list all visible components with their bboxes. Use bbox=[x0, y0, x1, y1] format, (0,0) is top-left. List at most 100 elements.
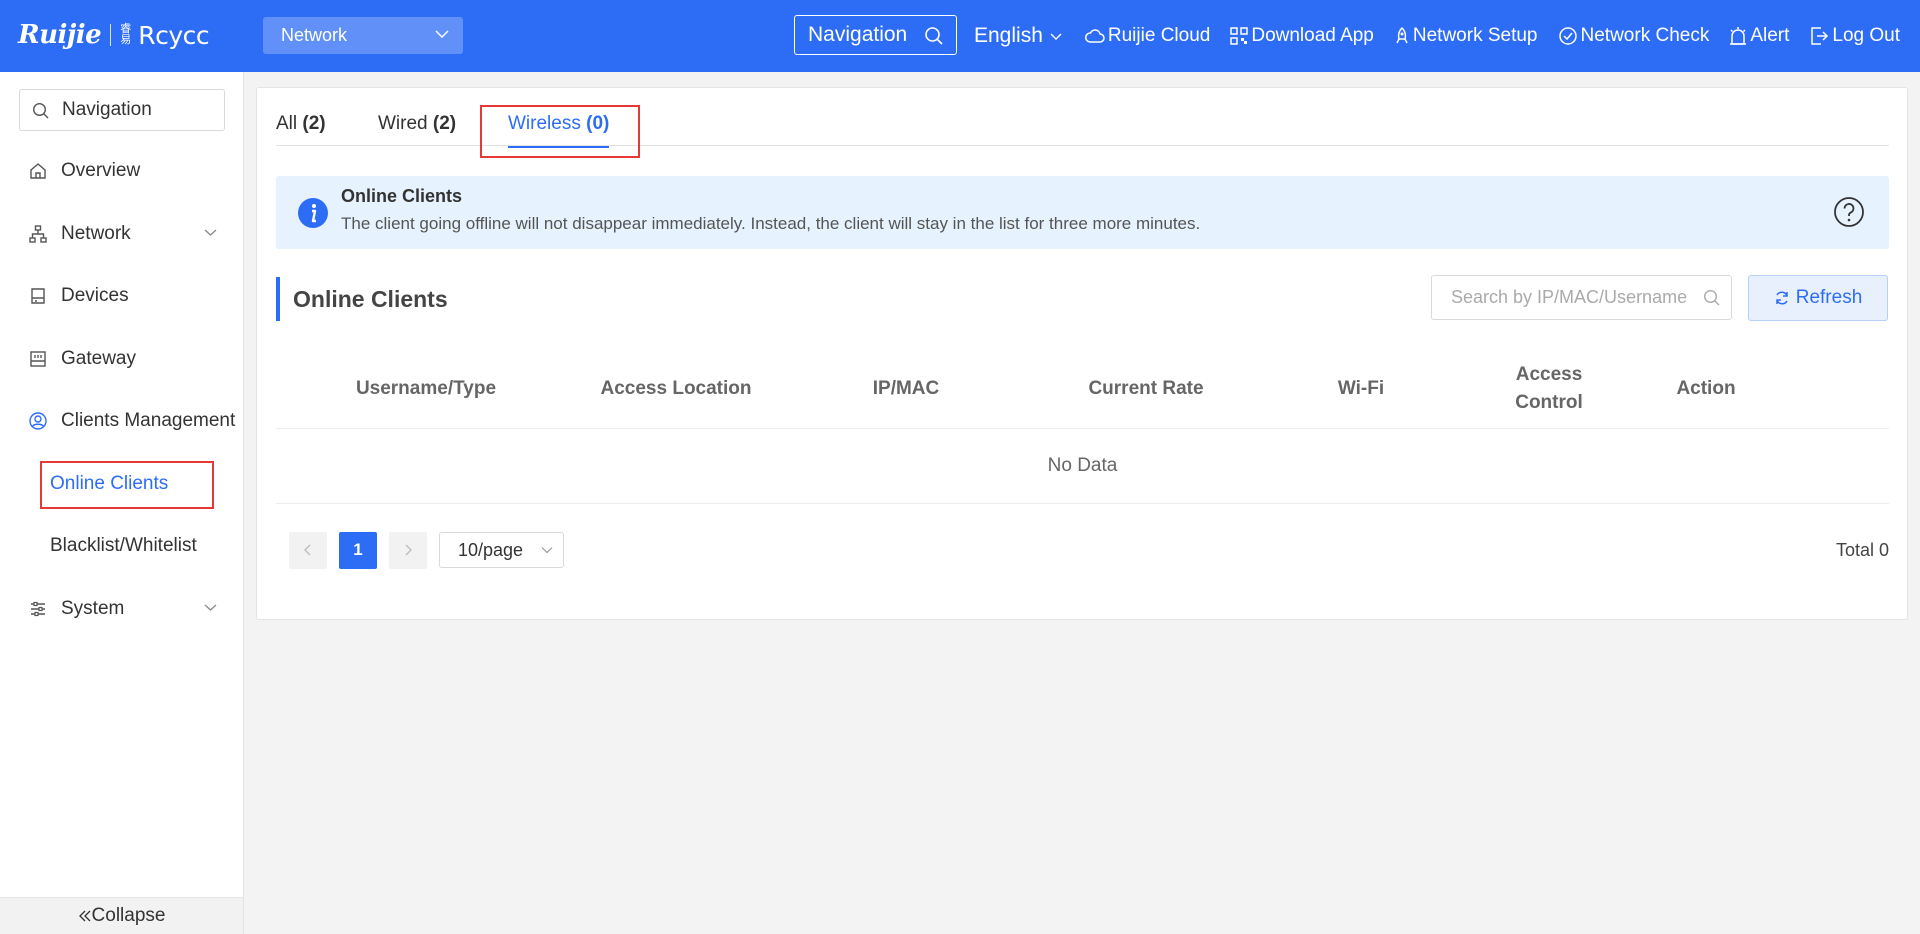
info-description: The client going offline will not disapp… bbox=[341, 214, 1201, 233]
table-empty-state: No Data bbox=[276, 429, 1889, 504]
sidebar-item-label: Overview bbox=[61, 160, 141, 181]
section-title: Online Clients bbox=[293, 286, 448, 312]
qrcode-icon bbox=[1230, 27, 1249, 45]
language-label: English bbox=[974, 24, 1043, 47]
logout-label: Log Out bbox=[1832, 25, 1901, 46]
collapse-button[interactable]: Collapse bbox=[0, 897, 243, 934]
navigation-search-button[interactable]: Navigation bbox=[794, 15, 957, 55]
sidebar-item-devices[interactable]: Devices bbox=[0, 276, 244, 316]
system-icon bbox=[31, 601, 45, 617]
download-app-link[interactable]: Download App bbox=[1230, 25, 1374, 47]
refresh-button[interactable]: Refresh bbox=[1748, 275, 1888, 321]
refresh-icon bbox=[1775, 291, 1788, 305]
navigation-search-label: Navigation bbox=[808, 23, 908, 46]
gateway-icon bbox=[30, 351, 46, 367]
next-page-button[interactable] bbox=[389, 531, 427, 569]
alert-label: Alert bbox=[1750, 25, 1790, 46]
logo-brand: Ruijie bbox=[18, 20, 102, 50]
alert-link[interactable]: Alert bbox=[1729, 25, 1789, 47]
sidebar-subitem-blacklist-whitelist[interactable]: Blacklist/Whitelist bbox=[50, 529, 197, 563]
collapse-label: Collapse bbox=[91, 905, 166, 926]
sidebar-item-label: Gateway bbox=[61, 348, 136, 369]
chevron-down-icon bbox=[435, 30, 449, 38]
search-icon bbox=[1703, 289, 1720, 306]
column-header[interactable]: Action bbox=[1656, 349, 1756, 429]
chevron-left-icon bbox=[304, 544, 311, 556]
rocket-icon bbox=[1396, 27, 1408, 44]
column-header[interactable]: IP/MAC bbox=[836, 349, 976, 429]
info-icon bbox=[298, 198, 328, 228]
logout-icon bbox=[1811, 27, 1829, 45]
ruijie-logo[interactable]: Ruijie 睿易 Rcycc bbox=[18, 20, 210, 50]
prev-page-button[interactable] bbox=[289, 531, 327, 569]
table-header: Username/Type Access Location IP/MAC Cur… bbox=[276, 349, 1889, 429]
search-icon bbox=[32, 102, 49, 119]
tab-label: All bbox=[276, 113, 298, 134]
info-title: Online Clients bbox=[341, 186, 463, 206]
page-number-button[interactable]: 1 bbox=[339, 531, 377, 569]
home-icon bbox=[30, 163, 46, 179]
sidebar-item-label: System bbox=[61, 598, 125, 619]
main-card: All (2) Wired (2) Wireless (0) Online Cl… bbox=[256, 87, 1908, 620]
sidebar-item-label: Clients Management bbox=[61, 410, 236, 431]
tab-count: (2) bbox=[432, 113, 457, 134]
chevron-right-icon bbox=[405, 544, 412, 556]
sidebar-search[interactable]: Navigation bbox=[19, 89, 225, 131]
sidebar-search-label: Navigation bbox=[62, 99, 152, 120]
client-search[interactable] bbox=[1431, 275, 1732, 320]
sidebar-item-network[interactable]: Network bbox=[0, 214, 244, 254]
download-app-label: Download App bbox=[1251, 25, 1374, 46]
column-header[interactable]: Access Control bbox=[1494, 349, 1604, 429]
info-banner: Online Clients The client going offline … bbox=[276, 176, 1889, 249]
sidebar-subitem-label: Blacklist/Whitelist bbox=[50, 535, 197, 556]
client-search-input[interactable] bbox=[1432, 276, 1692, 319]
column-header[interactable]: Current Rate bbox=[1056, 349, 1236, 429]
sidebar-item-clients-management[interactable]: Clients Management bbox=[0, 401, 244, 441]
refresh-label: Refresh bbox=[1795, 287, 1863, 308]
check-icon bbox=[1558, 27, 1577, 45]
logo-divider bbox=[110, 24, 112, 46]
logout-link[interactable]: Log Out bbox=[1809, 25, 1900, 47]
highlight-box bbox=[480, 105, 640, 158]
alert-icon bbox=[1730, 27, 1747, 45]
sidebar: Navigation Overview Network Devices Gate… bbox=[0, 72, 244, 934]
sidebar-item-gateway[interactable]: Gateway bbox=[0, 339, 244, 379]
network-setup-label: Network Setup bbox=[1412, 25, 1538, 46]
chevron-down-icon bbox=[204, 604, 217, 611]
logo-sub: Rcycc bbox=[138, 20, 210, 50]
network-select-label: Network bbox=[281, 25, 348, 45]
cloud-icon bbox=[1084, 29, 1105, 43]
top-header: Ruijie 睿易 Rcycc Network Navigation Engli… bbox=[0, 0, 1920, 72]
logo-sub-cn: 睿易 bbox=[120, 23, 132, 46]
tab-wired[interactable]: Wired (2) bbox=[378, 113, 456, 135]
sidebar-item-overview[interactable]: Overview bbox=[0, 151, 244, 191]
network-check-link[interactable]: Network Check bbox=[1558, 25, 1710, 47]
chevron-down-icon bbox=[1050, 33, 1062, 40]
highlight-box bbox=[40, 461, 214, 509]
column-header[interactable]: Username/Type bbox=[336, 349, 516, 429]
search-icon bbox=[925, 27, 943, 45]
pagination: 1 10/page bbox=[289, 531, 564, 569]
help-icon[interactable] bbox=[1833, 196, 1865, 228]
header-links: English Ruijie Cloud Download App Networ… bbox=[974, 0, 1920, 72]
page-size-select[interactable]: 10/page bbox=[439, 532, 564, 568]
ruijie-cloud-label: Ruijie Cloud bbox=[1107, 25, 1211, 46]
devices-icon bbox=[31, 288, 45, 304]
section-accent-bar bbox=[276, 277, 280, 321]
column-header[interactable]: Wi-Fi bbox=[1316, 349, 1406, 429]
chevron-down-icon bbox=[541, 547, 553, 554]
page-size-label: 10/page bbox=[458, 539, 524, 560]
chevron-down-icon bbox=[204, 229, 217, 236]
sidebar-item-label: Network bbox=[61, 223, 131, 244]
network-setup-link[interactable]: Network Setup bbox=[1394, 25, 1538, 47]
sidebar-item-label: Devices bbox=[61, 285, 129, 306]
network-icon bbox=[29, 225, 47, 243]
network-check-label: Network Check bbox=[1580, 25, 1710, 46]
sidebar-item-system[interactable]: System bbox=[0, 589, 244, 629]
column-header[interactable]: Access Location bbox=[576, 349, 776, 429]
double-chevron-left-icon bbox=[78, 910, 90, 922]
language-select[interactable]: English bbox=[974, 24, 1063, 48]
tab-all[interactable]: All (2) bbox=[276, 113, 326, 135]
ruijie-cloud-link[interactable]: Ruijie Cloud bbox=[1084, 25, 1211, 47]
network-select[interactable]: Network bbox=[263, 17, 463, 54]
